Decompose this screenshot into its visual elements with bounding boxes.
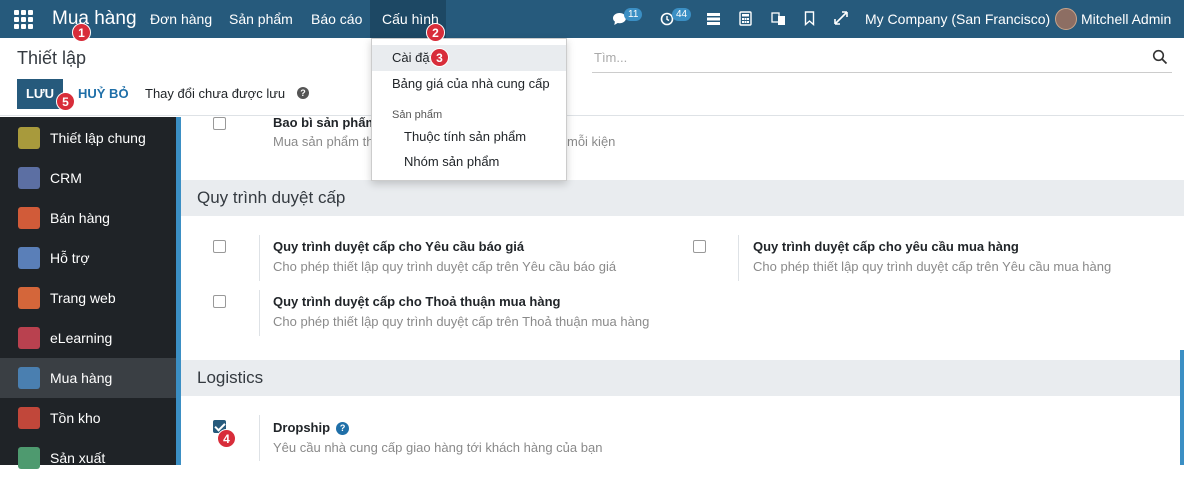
apps-menu-icon[interactable]: [14, 10, 33, 29]
dropdown-item-label: Cài đặt: [392, 50, 434, 65]
agreement-approval-desc: Cho phép thiết lập quy trình duyệt cấp t…: [273, 314, 650, 329]
messages-badge: 11: [624, 8, 643, 21]
fullscreen-icon[interactable]: [834, 11, 848, 25]
sidebar-item-website[interactable]: Trang web: [0, 278, 176, 318]
dropdown-item-settings[interactable]: Cài đặt: [372, 45, 566, 71]
top-navbar: Mua hàng Đơn hàng Sản phẩm Báo cáo Cấu h…: [0, 0, 1184, 38]
divider: [259, 235, 260, 281]
sidebar-item-label: Tồn kho: [50, 410, 101, 426]
sidebar-item-label: Thiết lập chung: [50, 130, 146, 146]
pr-approval-title: Quy trình duyệt cấp cho yêu cầu mua hàng: [753, 239, 1019, 254]
calculator-icon[interactable]: [739, 11, 752, 26]
menu-orders[interactable]: Đơn hàng: [150, 11, 212, 27]
sidebar-item-label: Trang web: [50, 290, 116, 306]
dropdown-item-vendor-pricelists[interactable]: Bảng giá của nhà cung cấp: [372, 71, 566, 97]
dropdown-item-label: Bảng giá của nhà cung cấp: [392, 76, 550, 91]
rfq-approval-checkbox[interactable]: [213, 240, 226, 253]
rfq-approval-title: Quy trình duyệt cấp cho Yêu cầu báo giá: [273, 239, 525, 254]
content-scrollbar[interactable]: [1180, 350, 1184, 465]
dropdown-item-product-categories[interactable]: Nhóm sản phẩm: [372, 149, 566, 175]
cash-register-icon[interactable]: [706, 12, 721, 26]
sidebar-item-label: Mua hàng: [50, 370, 113, 386]
step-marker-3: 3: [430, 48, 449, 67]
handshake-icon: [18, 167, 40, 189]
configuration-dropdown: Cài đặt Bảng giá của nhà cung cấp Sản ph…: [371, 38, 567, 181]
activities-badge: 44: [672, 8, 692, 21]
step-marker-1: 1: [72, 23, 91, 42]
app-title[interactable]: Mua hàng: [52, 8, 137, 30]
step-marker-5: 5: [56, 92, 75, 111]
dropship-title: Dropship?: [273, 420, 350, 435]
gear-icon: [18, 127, 40, 149]
sidebar-item-label: Bán hàng: [50, 210, 110, 226]
sidebar-item-label: eLearning: [50, 330, 113, 346]
sidebar-item-purchase[interactable]: Mua hàng: [0, 358, 176, 398]
divider: [738, 235, 739, 281]
agreement-approval-checkbox[interactable]: [213, 295, 226, 308]
sidebar-item-inventory[interactable]: Tồn kho: [0, 398, 176, 438]
company-switcher[interactable]: My Company (San Francisco): [865, 0, 1050, 38]
packaging-checkbox[interactable]: [213, 117, 226, 130]
dropship-desc: Yêu cầu nhà cung cấp giao hàng tới khách…: [273, 440, 603, 455]
wrench-icon: [18, 447, 40, 469]
sidebar-item-helpdesk[interactable]: Hỗ trợ: [0, 238, 176, 278]
globe-icon: [18, 287, 40, 309]
step-marker-2: 2: [426, 23, 445, 42]
menu-products[interactable]: Sản phẩm: [229, 11, 293, 27]
boxes-icon: [18, 407, 40, 429]
lifebuoy-icon: [18, 247, 40, 269]
credit-card-icon: [18, 367, 40, 389]
packaging-desc-end: mỗi kiện: [567, 134, 616, 149]
user-avatar[interactable]: [1055, 8, 1077, 30]
sidebar-item-sales[interactable]: Bán hàng: [0, 198, 176, 238]
rfq-approval-desc: Cho phép thiết lập quy trình duyệt cấp t…: [273, 259, 617, 274]
bookmark-icon[interactable]: [804, 11, 815, 26]
settings-content: Bao bì sản phẩm Mua sản phẩm th mỗi kiện…: [181, 117, 1184, 465]
user-menu[interactable]: Mitchell Admin: [1081, 0, 1171, 38]
settings-sidebar: Thiết lập chung CRM Bán hàng Hỗ trợ Tran…: [0, 117, 176, 469]
help-icon[interactable]: ?: [336, 422, 350, 435]
packaging-desc-start: Mua sản phẩm th: [273, 134, 374, 149]
sidebar-item-elearning[interactable]: eLearning: [0, 318, 176, 358]
divider: [259, 290, 260, 336]
section-approval-header: Quy trình duyệt cấp: [181, 180, 1184, 216]
elearning-icon: [18, 327, 40, 349]
language-icon[interactable]: [771, 11, 786, 26]
divider: [259, 415, 260, 461]
sidebar-item-general-settings[interactable]: Thiết lập chung: [0, 118, 176, 158]
section-title: Logistics: [197, 368, 264, 387]
menu-reports[interactable]: Báo cáo: [311, 11, 362, 27]
search-bar[interactable]: Tìm...: [592, 47, 1172, 73]
chart-icon: [18, 207, 40, 229]
dropdown-item-label: Thuộc tính sản phẩm: [404, 129, 527, 144]
help-icon[interactable]: ?: [297, 87, 309, 99]
sidebar-item-label: CRM: [50, 170, 82, 186]
dropdown-section-products: Sản phẩm: [392, 109, 443, 121]
dropdown-item-label: Nhóm sản phẩm: [404, 154, 500, 169]
unsaved-changes-label: Thay đổi chưa được lưu: [145, 86, 286, 101]
step-marker-4: 4: [217, 429, 236, 448]
pr-approval-desc: Cho phép thiết lập quy trình duyệt cấp t…: [753, 259, 1112, 274]
page-title: Thiết lập: [17, 48, 87, 68]
packaging-title: Bao bì sản phẩm: [273, 117, 378, 130]
dropship-title-text: Dropship: [273, 420, 331, 435]
agreement-approval-title: Quy trình duyệt cấp cho Thoả thuận mua h…: [273, 294, 561, 309]
dropdown-item-product-attributes[interactable]: Thuộc tính sản phẩm: [372, 124, 566, 150]
cancel-button[interactable]: HUỶ BỎ: [78, 86, 129, 101]
search-input[interactable]: Tìm...: [594, 50, 627, 65]
sidebar-item-label: Sản xuất: [50, 450, 106, 466]
search-icon[interactable]: [1152, 49, 1168, 65]
sidebar-item-manufacturing[interactable]: Sản xuất: [0, 438, 176, 478]
pr-approval-checkbox[interactable]: [693, 240, 706, 253]
section-logistics-header: Logistics: [181, 360, 1184, 396]
section-title: Quy trình duyệt cấp: [197, 188, 346, 207]
sidebar-item-crm[interactable]: CRM: [0, 158, 176, 198]
control-panel: Thiết lập Tìm... LƯU HUỶ BỎ Thay đổi chư…: [0, 38, 1184, 116]
sidebar-item-label: Hỗ trợ: [50, 250, 90, 266]
